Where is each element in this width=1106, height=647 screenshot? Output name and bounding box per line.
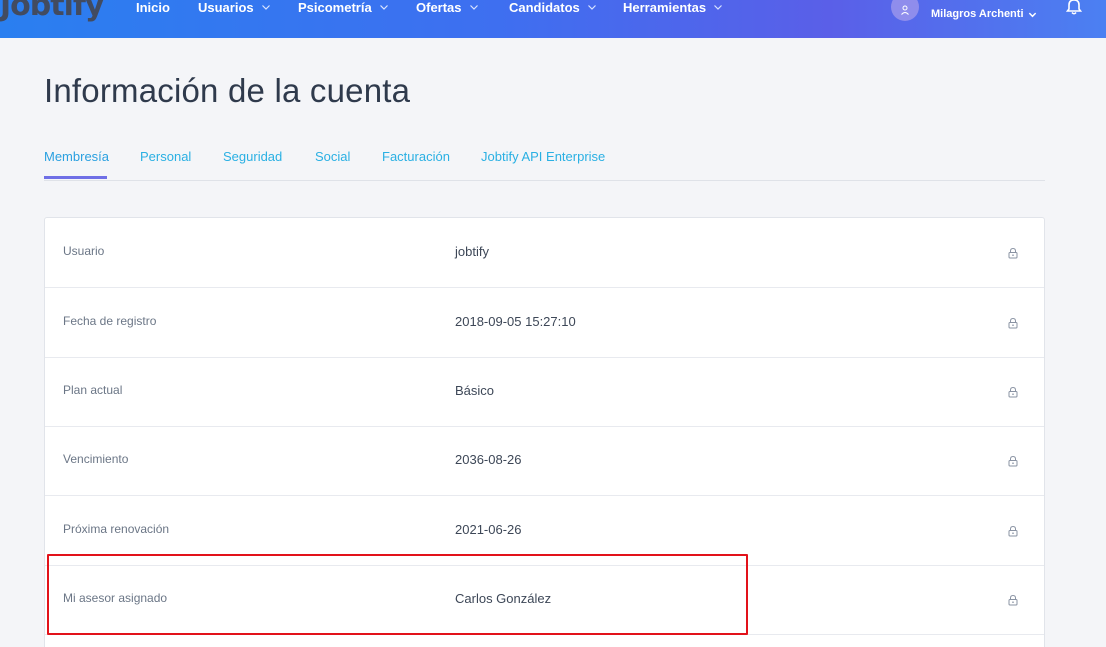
row-value: jobtify xyxy=(455,244,489,259)
tab-label: Membresía xyxy=(44,149,110,164)
tab-label: Personal xyxy=(140,149,192,164)
user-name: Milagros Archenti xyxy=(931,8,1024,20)
chevron-down-icon xyxy=(1028,12,1036,17)
avatar[interactable] xyxy=(891,0,919,21)
tab-label: Seguridad xyxy=(223,149,283,164)
chevron-down-icon xyxy=(469,5,478,10)
account-tabs: Membresía Personal Seguridad Social Fact… xyxy=(44,146,1045,181)
row-value: 2021-06-26 xyxy=(455,522,522,537)
chevron-down-icon xyxy=(714,5,723,10)
row-label: Plan actual xyxy=(63,383,123,397)
tab-label: Jobtify API Enterprise xyxy=(481,149,606,164)
row-value: 2036-08-26 xyxy=(455,452,522,467)
nav-item-herramientas[interactable]: Herramientas xyxy=(623,0,723,15)
tab-facturacion[interactable]: Facturación xyxy=(382,149,450,181)
page-title: Información de la cuenta xyxy=(44,72,411,109)
row-value: Básico xyxy=(455,383,495,398)
jobtify-logo[interactable]: Jobtify xyxy=(0,0,104,23)
highlight-box xyxy=(47,554,748,635)
lock-icon xyxy=(1008,386,1018,398)
nav-item-label: Psicometría xyxy=(298,0,372,15)
row-label: Próxima renovación xyxy=(63,522,170,536)
top-navbar: Jobtify Inicio Usuarios Psicometría Ofer… xyxy=(0,0,1106,38)
nav-item-usuarios[interactable]: Usuarios xyxy=(198,0,271,15)
row-label: Usuario xyxy=(63,244,105,258)
user-menu[interactable]: Milagros Archenti xyxy=(891,0,1037,24)
tab-social[interactable]: Social xyxy=(315,149,350,181)
lock-icon xyxy=(1008,455,1018,467)
row-label: Vencimiento xyxy=(63,452,129,466)
info-row-usuario: Usuario jobtify xyxy=(45,218,1044,288)
nav-item-candidatos[interactable]: Candidatos xyxy=(509,0,597,15)
tab-label: Social xyxy=(315,149,351,164)
lock-icon xyxy=(1008,594,1018,606)
nav-item-label: Ofertas xyxy=(416,0,462,15)
row-label: Fecha de registro xyxy=(63,314,157,328)
logo-text: Jobtify xyxy=(0,0,104,23)
active-tab-indicator xyxy=(44,176,107,179)
nav-item-ofertas[interactable]: Ofertas xyxy=(416,0,479,15)
tab-seguridad[interactable]: Seguridad xyxy=(223,149,282,181)
nav-item-label: Usuarios xyxy=(198,0,254,15)
info-row-vencimiento: Vencimiento 2036-08-26 xyxy=(45,426,1044,496)
info-row-fecha-registro: Fecha de registro 2018-09-05 15:27:10 xyxy=(45,288,1044,358)
row-value: 2018-09-05 15:27:10 xyxy=(455,314,576,329)
nav-item-label: Herramientas xyxy=(623,0,707,15)
lock-icon xyxy=(1008,525,1018,537)
bell-icon[interactable] xyxy=(1064,0,1084,16)
user-name-toggle[interactable]: Milagros Archenti xyxy=(931,8,1037,20)
nav-item-label: Inicio xyxy=(136,0,170,15)
nav-item-inicio[interactable]: Inicio xyxy=(136,0,170,15)
info-row-plan-actual: Plan actual Básico xyxy=(45,357,1044,427)
chevron-down-icon xyxy=(379,5,388,10)
chevron-down-icon xyxy=(587,5,596,10)
nav-item-psicometria[interactable]: Psicometría xyxy=(298,0,389,15)
tab-label: Facturación xyxy=(382,149,450,164)
chevron-down-icon xyxy=(261,5,270,10)
nav-item-label: Candidatos xyxy=(509,0,580,15)
tab-jobtify-api-enterprise[interactable]: Jobtify API Enterprise xyxy=(481,149,605,181)
lock-icon xyxy=(1008,247,1018,259)
tab-personal[interactable]: Personal xyxy=(140,149,191,181)
lock-icon xyxy=(1008,317,1018,329)
user-icon xyxy=(901,5,909,15)
